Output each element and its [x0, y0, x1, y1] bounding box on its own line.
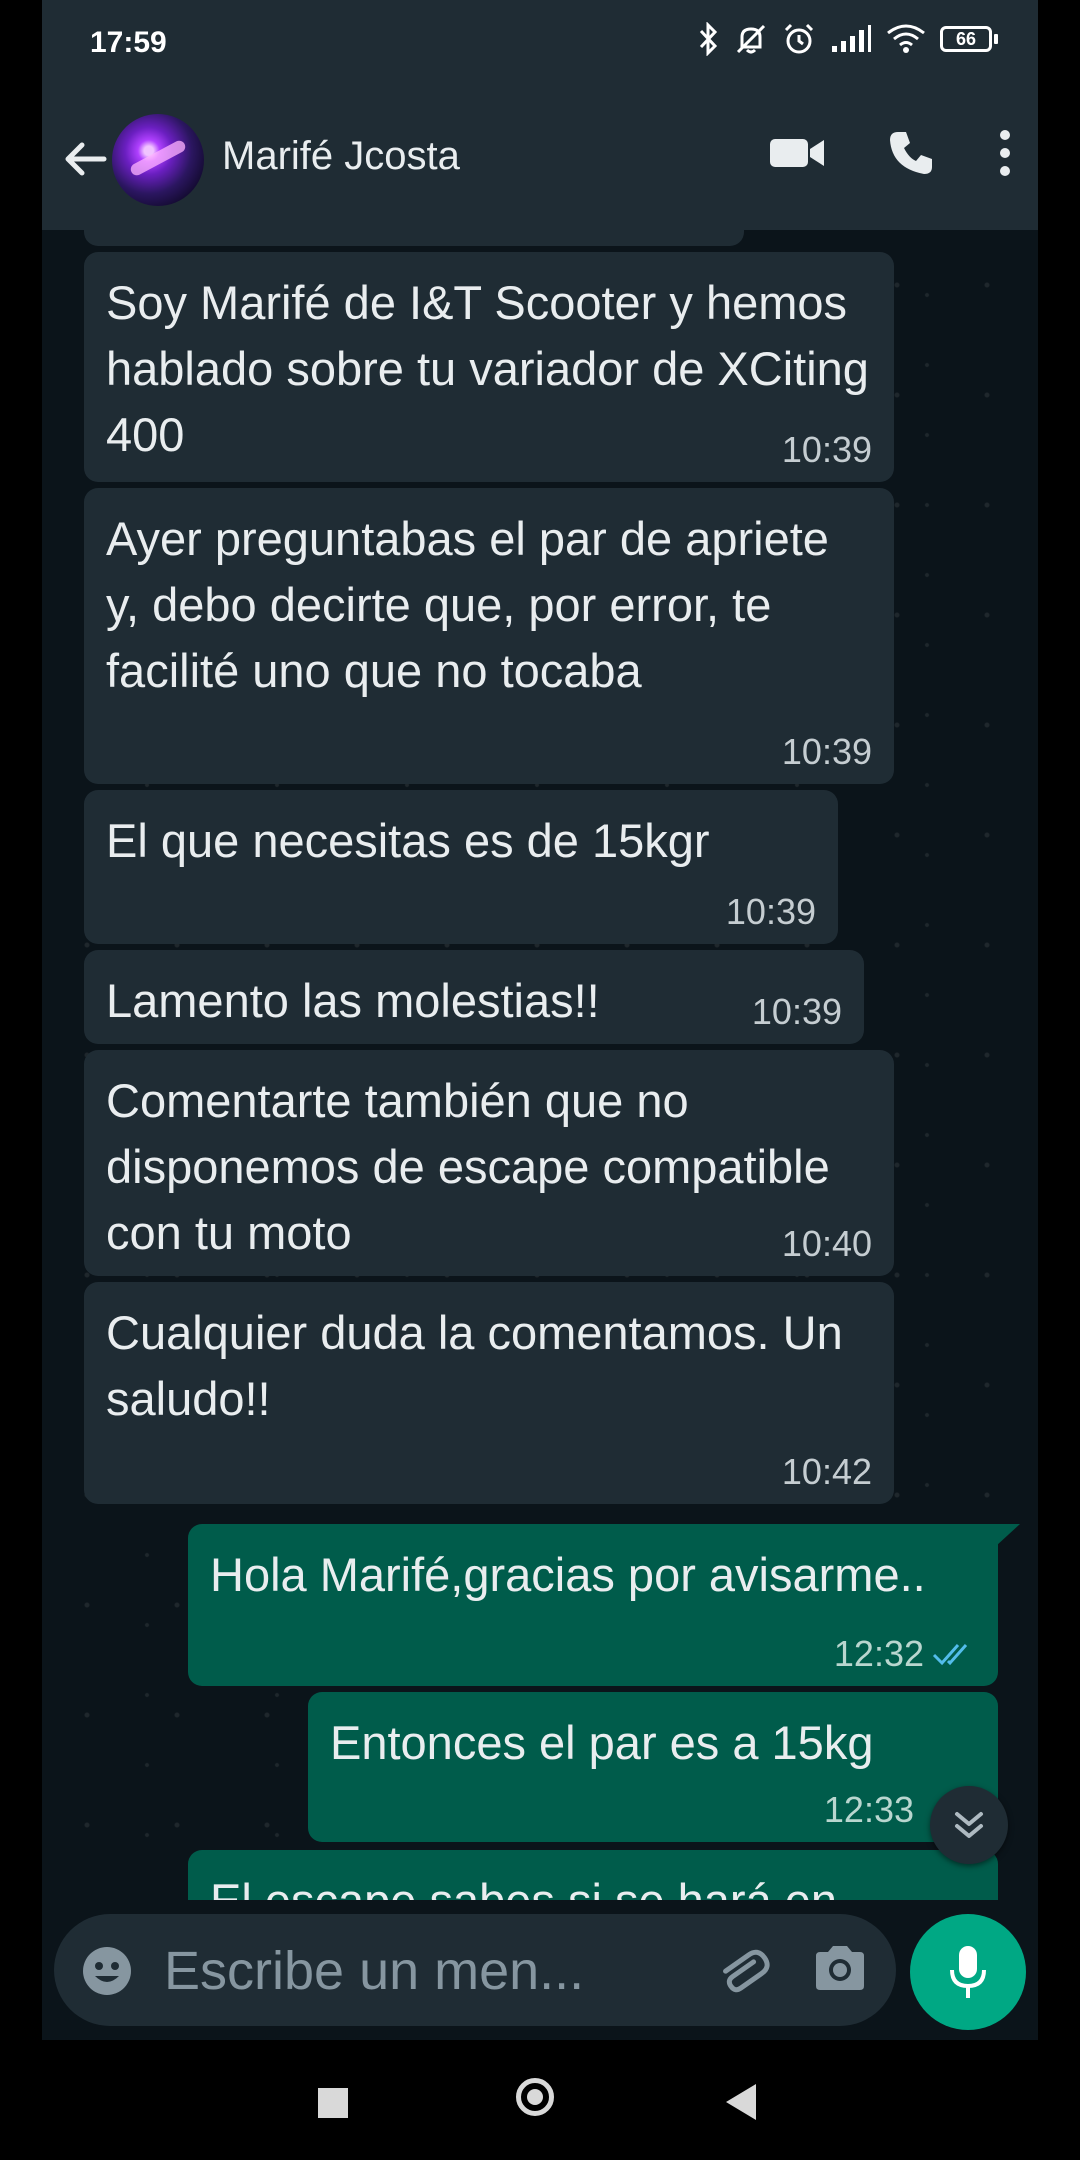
- message-text: Comentarte también que no disponemos de …: [106, 1074, 843, 1259]
- battery-level: 66: [955, 28, 977, 49]
- back-arrow-icon[interactable]: [60, 134, 110, 184]
- camera-icon[interactable]: [812, 1942, 868, 1994]
- message-text: El que necesitas es de 15kgr: [106, 814, 710, 867]
- message-bubble-partial: [84, 230, 744, 246]
- message-bubble[interactable]: Soy Marifé de I&T Scooter y hemos hablad…: [84, 252, 894, 482]
- message-input-placeholder: Escribe un men...: [164, 1941, 585, 2001]
- message-text: El escape sabes si se hará en: [210, 1868, 976, 1900]
- message-text: Ayer preguntabas el par de apriete y, de…: [106, 512, 842, 697]
- paperclip-icon[interactable]: [714, 1942, 770, 1998]
- alarm-icon: [784, 23, 814, 54]
- voice-record-button[interactable]: [910, 1914, 1026, 2030]
- message-time: 10:40: [781, 1223, 872, 1264]
- scroll-to-bottom-button[interactable]: [930, 1786, 1008, 1864]
- message-bubble[interactable]: El que necesitas es de 15kgr 10:39: [84, 790, 838, 944]
- bell-muted-icon: [736, 24, 766, 54]
- more-options-icon[interactable]: [998, 129, 1012, 177]
- message-bubble[interactable]: Cualquier duda la comentamos. Un saludo!…: [84, 1282, 894, 1504]
- message-time: 10:39: [781, 429, 872, 470]
- recent-apps-button[interactable]: [318, 2088, 348, 2118]
- header-actions: [770, 128, 1012, 178]
- status-icons: 66: [698, 22, 998, 56]
- emoji-icon[interactable]: [80, 1944, 134, 1998]
- battery-indicator: 66: [940, 26, 998, 52]
- message-time: 10:42: [781, 1451, 872, 1492]
- system-back-button[interactable]: [726, 2084, 756, 2120]
- voice-call-icon[interactable]: [886, 128, 936, 178]
- microphone-icon: [950, 1946, 986, 1998]
- message-time: 10:39: [781, 731, 872, 772]
- bluetooth-icon: [699, 22, 718, 56]
- message-time: 10:39: [751, 991, 842, 1032]
- message-list[interactable]: Soy Marifé de I&T Scooter y hemos hablad…: [42, 230, 1038, 1900]
- message-bubble-outgoing[interactable]: Entonces el par es a 15kg 12:33: [308, 1692, 998, 1842]
- message-text: Hola Marifé,gracias por avisarme..: [210, 1548, 926, 1601]
- message-time: 12:32: [833, 1633, 924, 1674]
- message-text: Lamento las molestias!!: [106, 974, 600, 1027]
- message-time: 12:33: [823, 1789, 914, 1830]
- message-time: 10:39: [725, 891, 816, 932]
- chat-header: Marifé Jcosta: [42, 88, 1038, 230]
- home-button[interactable]: [516, 2078, 554, 2116]
- message-bubble[interactable]: Comentarte también que no disponemos de …: [84, 1050, 894, 1276]
- message-text: Cualquier duda la comentamos. Un saludo!…: [106, 1306, 856, 1425]
- contact-name[interactable]: Marifé Jcosta: [222, 134, 460, 179]
- contact-avatar[interactable]: [112, 114, 204, 206]
- message-composer: Escribe un men...: [42, 1900, 1038, 2040]
- wifi-icon: [887, 24, 925, 53]
- signal-icon: [832, 25, 871, 52]
- double-check-read-icon: [932, 1644, 968, 1666]
- message-text: Entonces el par es a 15kg: [330, 1716, 874, 1769]
- video-call-icon[interactable]: [770, 135, 824, 171]
- status-time: 17:59: [90, 26, 167, 59]
- status-bar: 17:59 66: [42, 0, 1038, 88]
- message-text: Soy Marifé de I&T Scooter y hemos hablad…: [106, 276, 882, 461]
- message-bubble[interactable]: Ayer preguntabas el par de apriete y, de…: [84, 488, 894, 784]
- chevron-double-down-icon: [955, 1812, 983, 1838]
- chat-screen: 17:59 66 Marifé Jcosta Soy Marifé de I&T…: [42, 0, 1038, 2040]
- message-input[interactable]: Escribe un men...: [54, 1914, 896, 2026]
- message-bubble-outgoing[interactable]: Hola Marifé,gracias por avisarme.. 12:32: [188, 1524, 1020, 1686]
- message-bubble[interactable]: Lamento las molestias!! 10:39: [84, 950, 864, 1044]
- message-bubble-outgoing[interactable]: El escape sabes si se hará en: [188, 1850, 998, 1900]
